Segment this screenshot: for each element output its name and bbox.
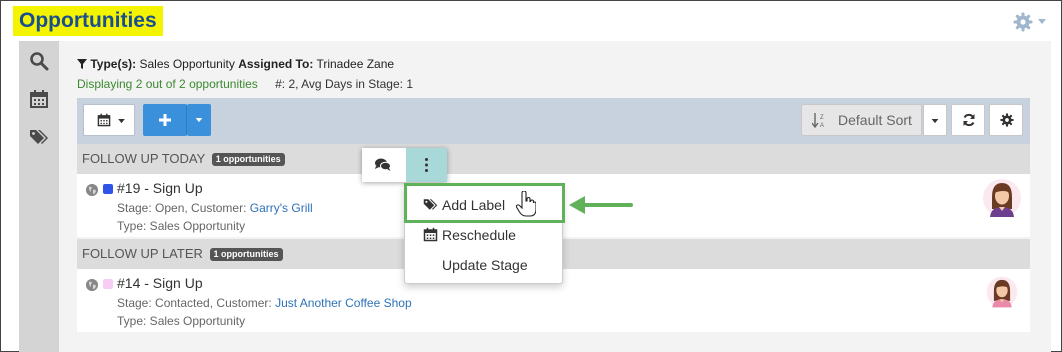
svg-text:Z: Z: [820, 115, 824, 121]
assigned-value: Trinadee Zane: [316, 57, 395, 71]
avatar[interactable]: [986, 275, 1018, 309]
group-header-follow-up-today: FOLLOW UP TODAY 1 opportunities: [77, 144, 1030, 174]
gear-icon: [1000, 113, 1014, 127]
customer-link[interactable]: Garry's Grill: [250, 201, 313, 215]
toolbar: Z A Default Sort: [77, 98, 1030, 144]
stage-text: Stage: Open, Customer:: [117, 201, 250, 215]
opportunity-type: Type: Sales Opportunity: [117, 219, 246, 233]
add-button[interactable]: [143, 104, 187, 136]
annotation-arrow-icon: [569, 196, 633, 214]
hand-cursor-icon: [516, 191, 536, 217]
tags-icon[interactable]: [29, 127, 49, 147]
more-actions-button[interactable]: [406, 148, 447, 182]
gear-caret-icon[interactable]: [1038, 19, 1046, 25]
label-color-swatch: [103, 279, 113, 289]
types-label: Type(s):: [90, 57, 137, 71]
calendar-icon[interactable]: [29, 89, 49, 109]
group-count-badge: 1 opportunities: [209, 248, 283, 261]
sort-options-button[interactable]: [923, 104, 947, 136]
refresh-button[interactable]: [951, 104, 985, 136]
chevron-down-icon: [931, 119, 939, 124]
group-label: FOLLOW UP LATER: [82, 246, 203, 261]
opportunity-title[interactable]: #19 - Sign Up: [117, 180, 203, 196]
refresh-icon: [963, 113, 975, 127]
settings-button[interactable]: [989, 104, 1023, 136]
opportunity-type: Type: Sales Opportunity: [117, 314, 246, 328]
avatar[interactable]: [983, 177, 1021, 219]
group-count-badge: 1 opportunities: [211, 153, 285, 166]
globe-icon: [86, 184, 98, 196]
sort-button[interactable]: Z A Default Sort: [801, 104, 922, 136]
label-color-swatch: [103, 184, 113, 194]
group-label: FOLLOW UP TODAY: [82, 151, 206, 166]
menu-item-update-stage[interactable]: Update Stage: [405, 250, 562, 280]
annotation-highlight-box: [404, 183, 565, 223]
stage-text: Stage: Contacted, Customer:: [117, 296, 276, 310]
ellipsis-vertical-icon: [425, 158, 428, 172]
menu-item-reschedule[interactable]: Reschedule: [405, 220, 562, 250]
menu-item-label: Update Stage: [442, 257, 528, 273]
menu-item-label: Reschedule: [442, 227, 516, 243]
opportunity-stage: Stage: Contacted, Customer: Just Another…: [117, 296, 412, 310]
comments-icon: [375, 158, 391, 171]
app-frame: Opportunities Type(s): Sales Opportunity…: [0, 0, 1062, 352]
calendar-icon: [423, 227, 438, 242]
opportunity-title[interactable]: #14 - Sign Up: [117, 275, 203, 291]
sort-alpha-icon: Z A: [812, 113, 824, 128]
stage-stats: #: 2, Avg Days in Stage: 1: [275, 77, 413, 91]
types-value: Sales Opportunity: [139, 57, 235, 71]
sort-label: Default Sort: [838, 112, 912, 128]
display-summary: Displaying 2 out of 2 opportunities #: 2…: [77, 77, 413, 91]
row-actions-popup: [362, 148, 447, 182]
sidebar: [19, 41, 59, 352]
page-title: Opportunities: [13, 6, 163, 36]
filter-icon: [77, 59, 87, 69]
displaying-count: Displaying 2 out of 2 opportunities: [77, 77, 258, 91]
calendar-dropdown-button[interactable]: [83, 104, 135, 136]
filter-summary: Type(s): Sales Opportunity Assigned To: …: [77, 57, 394, 71]
calendar-icon: [97, 113, 111, 127]
comment-button[interactable]: [362, 148, 404, 182]
chevron-down-icon: [195, 118, 203, 123]
gear-icon[interactable]: [1013, 12, 1033, 32]
globe-icon: [86, 279, 98, 291]
opportunity-stage: Stage: Open, Customer: Garry's Grill: [117, 201, 313, 215]
svg-text:A: A: [820, 123, 824, 128]
plus-icon: [159, 114, 171, 126]
chevron-down-icon: [118, 119, 125, 124]
search-icon[interactable]: [29, 51, 49, 71]
assigned-label: Assigned To:: [238, 57, 314, 71]
add-options-button[interactable]: [187, 104, 211, 136]
customer-link[interactable]: Just Another Coffee Shop: [275, 296, 412, 310]
